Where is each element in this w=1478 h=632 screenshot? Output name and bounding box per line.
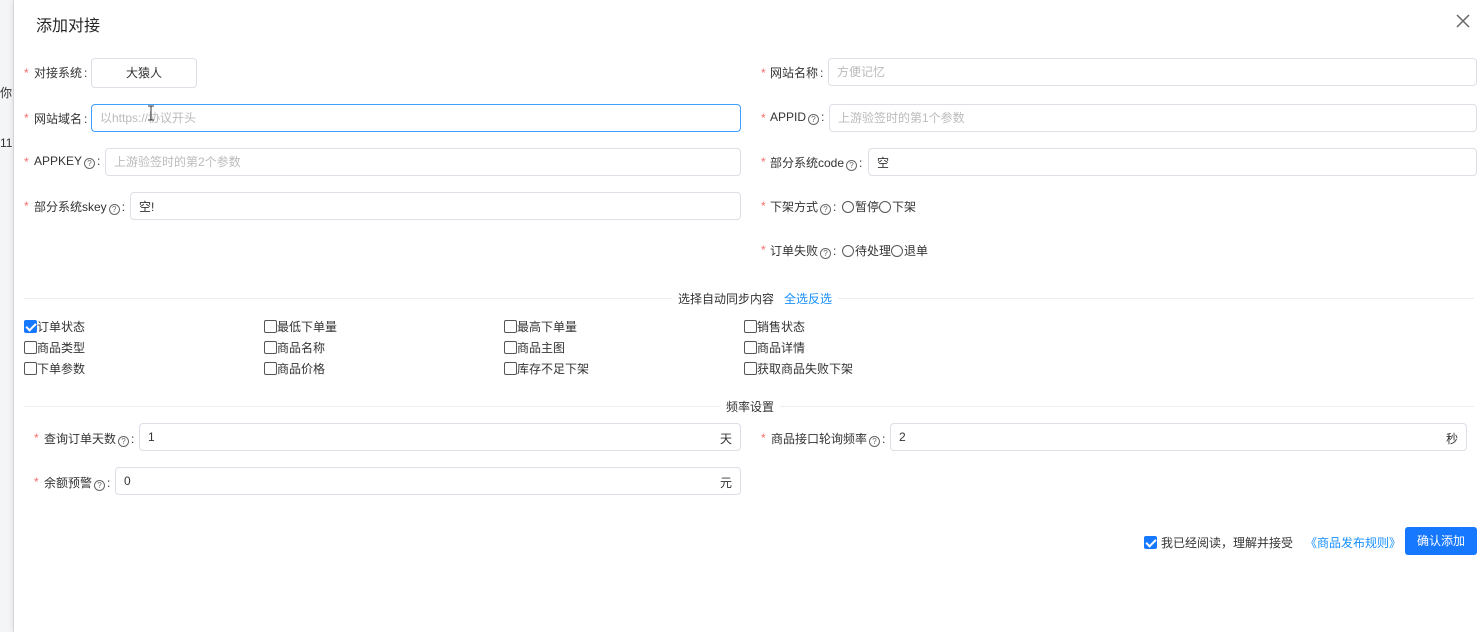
checkbox[interactable] xyxy=(24,341,37,354)
balance-alert-input[interactable] xyxy=(115,467,741,495)
question-circle-icon[interactable]: ? xyxy=(94,480,106,491)
frequency-section-title: 频率设置 xyxy=(720,398,781,415)
sync-option[interactable]: 商品价格 xyxy=(264,360,325,377)
site-name-label: 网站名称: xyxy=(770,66,824,80)
sync-option[interactable]: 商品详情 xyxy=(744,339,805,356)
required-marker: * xyxy=(24,155,29,169)
rules-link[interactable]: 《商品发布规则》 xyxy=(1305,534,1401,551)
question-circle-icon[interactable]: ? xyxy=(808,114,820,125)
appid-label: APPID?: xyxy=(770,110,825,125)
toggle-all-link[interactable]: 全选反选 xyxy=(784,292,832,306)
appkey-input[interactable] xyxy=(105,148,741,176)
query-days-unit: 天 xyxy=(720,432,733,446)
checkbox[interactable] xyxy=(744,341,757,354)
required-marker: * xyxy=(761,431,766,445)
domain-label: 网站域名: xyxy=(34,112,88,126)
checkbox[interactable] xyxy=(504,362,517,375)
checkbox[interactable] xyxy=(504,320,517,333)
radio-label: 下架 xyxy=(892,200,917,214)
required-marker: * xyxy=(34,475,39,489)
required-marker: * xyxy=(761,199,766,213)
sync-section-title: 选择自动同步内容 全选反选 xyxy=(672,290,839,307)
system-code-label: 部分系统code?: xyxy=(770,156,863,171)
system-skey-input[interactable] xyxy=(130,192,741,220)
radio-button[interactable] xyxy=(891,244,904,257)
sync-option[interactable]: 最低下单量 xyxy=(264,318,337,335)
required-marker: * xyxy=(761,243,766,257)
balance-alert-label: 余额预警?: xyxy=(44,476,111,491)
checkbox[interactable] xyxy=(264,362,277,375)
system-label: 对接系统: xyxy=(34,66,88,80)
checkbox[interactable] xyxy=(744,320,757,333)
system-select[interactable]: 大猿人 xyxy=(91,58,197,88)
question-circle-icon[interactable]: ? xyxy=(846,160,858,171)
sync-option[interactable]: 最高下单量 xyxy=(504,318,577,335)
question-circle-icon[interactable]: ? xyxy=(869,436,881,447)
sync-option[interactable]: 商品名称 xyxy=(264,339,325,356)
question-circle-icon[interactable]: ? xyxy=(108,204,120,215)
system-code-input[interactable] xyxy=(868,148,1477,176)
required-marker: * xyxy=(761,155,766,169)
radio-label: 待处理 xyxy=(855,244,892,258)
question-circle-icon[interactable]: ? xyxy=(820,204,832,215)
sync-option[interactable]: 商品主图 xyxy=(504,339,565,356)
text-cursor-icon xyxy=(148,105,154,121)
close-icon[interactable] xyxy=(1454,12,1472,30)
offline-mode-label: 下架方式?: xyxy=(770,200,837,215)
required-marker: * xyxy=(24,111,29,125)
sync-option[interactable]: 销售状态 xyxy=(744,318,805,335)
checkbox[interactable] xyxy=(504,341,517,354)
radio-label: 暂停 xyxy=(855,200,880,214)
order-fail-label: 订单失败?: xyxy=(770,244,837,259)
question-circle-icon[interactable]: ? xyxy=(118,436,130,447)
agree-checkbox[interactable] xyxy=(1144,536,1157,549)
checkbox[interactable] xyxy=(24,362,37,375)
balance-alert-unit: 元 xyxy=(720,476,733,490)
agree-text: 我已经阅读，理解并接受 xyxy=(1161,536,1294,550)
sync-option[interactable]: 商品类型 xyxy=(24,339,85,356)
background-text: 你 xyxy=(0,86,13,100)
domain-input[interactable] xyxy=(91,104,741,132)
add-integration-dialog: 添加对接 * 对接系统: 大猿人 * 网站名称: * 网站域名: * APPID… xyxy=(14,0,1478,632)
appkey-label: APPKEY?: xyxy=(34,154,101,169)
sync-option[interactable]: 库存不足下架 xyxy=(504,360,589,377)
agreement: 我已经阅读，理解并接受 《商品发布规则》 xyxy=(1144,534,1401,551)
sync-option[interactable]: 订单状态 xyxy=(24,318,85,335)
radio-button[interactable] xyxy=(842,200,854,213)
required-marker: * xyxy=(761,111,766,125)
checkbox[interactable] xyxy=(744,362,757,375)
radio-button[interactable] xyxy=(879,200,892,213)
query-days-input[interactable] xyxy=(139,423,741,451)
poll-rate-label: 商品接口轮询频率?: xyxy=(771,432,886,447)
question-circle-icon[interactable]: ? xyxy=(820,248,832,259)
required-marker: * xyxy=(34,431,39,445)
sync-option[interactable]: 下单参数 xyxy=(24,360,85,377)
query-days-label: 查询订单天数?: xyxy=(44,432,135,447)
checkbox[interactable] xyxy=(264,320,277,333)
confirm-add-button[interactable]: 确认添加 xyxy=(1405,527,1477,555)
question-circle-icon[interactable]: ? xyxy=(84,158,96,169)
offline-mode-radio-group: 暂停 下架 xyxy=(842,198,916,215)
radio-button[interactable] xyxy=(842,244,854,257)
checkbox[interactable] xyxy=(264,341,277,354)
required-marker: * xyxy=(24,199,29,213)
dialog-title: 添加对接 xyxy=(36,18,101,35)
required-marker: * xyxy=(24,66,29,80)
radio-label: 退单 xyxy=(904,244,929,258)
checkbox[interactable] xyxy=(24,320,37,333)
system-skey-label: 部分系统skey?: xyxy=(34,200,126,215)
required-marker: * xyxy=(761,66,766,80)
order-fail-radio-group: 待处理 退单 xyxy=(842,242,928,259)
poll-rate-input[interactable] xyxy=(890,423,1467,451)
background-text: 11 xyxy=(0,136,13,150)
poll-rate-unit: 秒 xyxy=(1446,432,1459,446)
sync-option[interactable]: 获取商品失败下架 xyxy=(744,360,853,377)
appid-input[interactable] xyxy=(829,104,1477,132)
site-name-input[interactable] xyxy=(828,58,1477,86)
